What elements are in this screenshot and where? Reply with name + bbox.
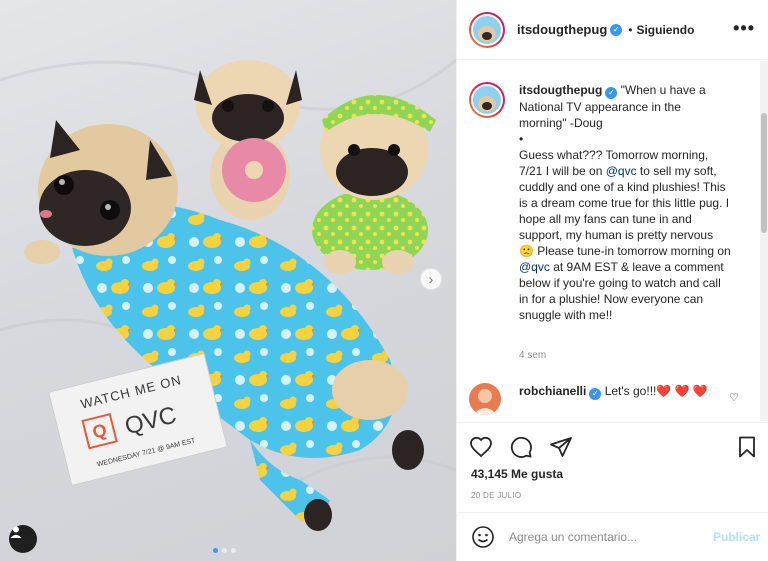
caption-username[interactable]: itsdougthepug bbox=[519, 83, 602, 97]
qvc-sign: WATCH ME ON Q QVC WEDNESDAY 7/21 @ 9AM E… bbox=[48, 352, 228, 487]
author-avatar[interactable] bbox=[469, 11, 505, 48]
carousel-indicator bbox=[213, 548, 236, 553]
verified-badge-icon: ✓ bbox=[605, 87, 618, 99]
caption-body-3: at 9AM EST & leave a comment below if yo… bbox=[519, 260, 724, 322]
more-options-icon[interactable]: ••• bbox=[733, 18, 755, 39]
caption-body-2: to sell my soft, cuddly and one of a kin… bbox=[519, 164, 731, 258]
comment-text: Let's go!!!❤️ ❤️ ❤️ bbox=[604, 384, 708, 398]
comment-like-icon[interactable]: ♡ bbox=[729, 391, 739, 404]
follow-status-button[interactable]: Siguiendo bbox=[636, 23, 694, 37]
next-photo-button[interactable]: › bbox=[420, 268, 442, 290]
chevron-right-icon: › bbox=[428, 271, 434, 287]
carousel-dot bbox=[231, 548, 236, 553]
carousel-dot-active bbox=[213, 548, 218, 553]
carousel-dot bbox=[222, 548, 227, 553]
user-tag-icon bbox=[10, 526, 22, 538]
publish-button[interactable]: Publicar bbox=[713, 530, 760, 544]
commenter-username[interactable]: robchianelli bbox=[519, 384, 586, 398]
likes-count[interactable]: 43,145 Me gusta bbox=[471, 467, 563, 481]
paper-plane-icon[interactable] bbox=[549, 435, 573, 459]
scrollbar-thumb[interactable] bbox=[761, 113, 767, 233]
caption-time-ago[interactable]: 4 sem bbox=[519, 350, 546, 361]
comment-text-block: robchianelli ✓ Let's go!!!❤️ ❤️ ❤️ bbox=[519, 383, 729, 415]
post-caption: itsdougthepug ✓ "When u have a National T… bbox=[469, 82, 759, 323]
comment-input[interactable] bbox=[509, 530, 705, 544]
pug-in-pajamas-image: WATCH ME ON Q QVC WEDNESDAY 7/21 @ 9AM E… bbox=[0, 58, 456, 531]
mention-link[interactable]: @qvc bbox=[606, 164, 637, 178]
post-header: itsdougthepug ✓ • Siguiendo ••• bbox=[457, 0, 768, 60]
separator-dot: • bbox=[628, 22, 633, 37]
commenter-avatar[interactable] bbox=[469, 383, 501, 415]
author-username[interactable]: itsdougthepug bbox=[517, 22, 607, 37]
verified-badge-icon: ✓ bbox=[589, 388, 602, 400]
bookmark-icon[interactable] bbox=[735, 435, 759, 459]
mention-link[interactable]: @qvc bbox=[519, 260, 550, 274]
caption-text: itsdougthepug ✓ "When u have a National T… bbox=[519, 82, 731, 323]
heart-icon[interactable] bbox=[469, 435, 493, 459]
post-side-panel: itsdougthepug ✓ • Siguiendo ••• itsdougt… bbox=[456, 0, 768, 561]
comment-icon[interactable] bbox=[509, 435, 533, 459]
user-tags-button[interactable] bbox=[9, 525, 37, 553]
post-photo: WATCH ME ON Q QVC WEDNESDAY 7/21 @ 9AM E… bbox=[0, 0, 456, 561]
comments-scrollbar[interactable] bbox=[760, 61, 768, 421]
comment-item: robchianelli ✓ Let's go!!!❤️ ❤️ ❤️ bbox=[469, 383, 759, 415]
caption-author-avatar[interactable] bbox=[469, 82, 505, 118]
add-comment-bar: Publicar bbox=[457, 512, 768, 561]
smiley-icon[interactable] bbox=[471, 525, 495, 549]
caption-bullet: • bbox=[519, 132, 524, 146]
post-date[interactable]: 20 DE JULIO bbox=[471, 491, 521, 500]
verified-badge-icon: ✓ bbox=[610, 23, 623, 36]
comments-area: itsdougthepug ✓ "When u have a National T… bbox=[457, 61, 768, 421]
post-actions: 43,145 Me gusta 20 DE JULIO bbox=[457, 422, 768, 512]
